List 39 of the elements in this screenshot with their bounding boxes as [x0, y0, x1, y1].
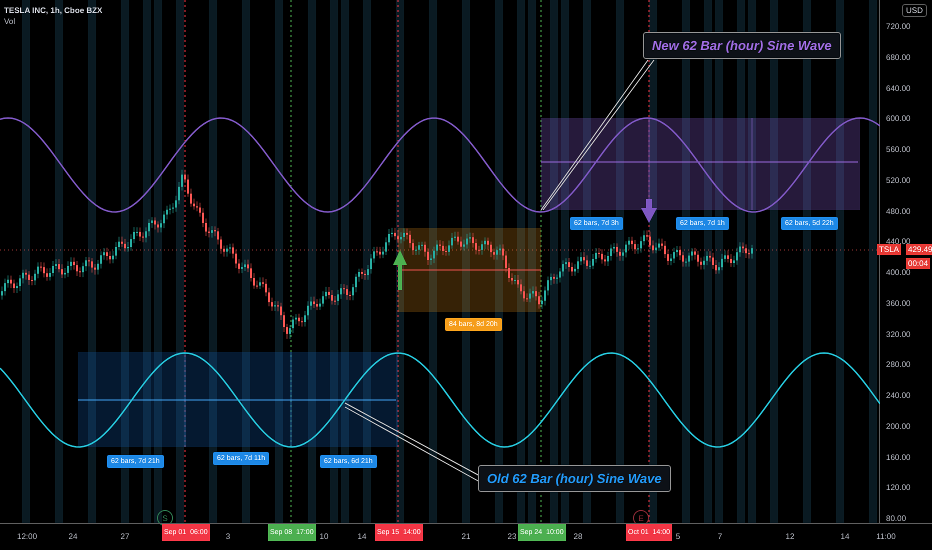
price-axis-label: 280.00: [886, 360, 910, 370]
price-axis-label: 120.00: [886, 483, 910, 492]
countdown-tag: 00:04: [906, 258, 930, 269]
price-axis-label: 360.00: [886, 298, 910, 308]
time-axis-label: 7: [716, 532, 724, 541]
price-axis-label: 520.00: [886, 176, 910, 185]
currency-button[interactable]: USD: [902, 4, 927, 17]
price-axis-label: 480.00: [886, 206, 910, 216]
time-axis-label: 3: [224, 532, 232, 541]
time-axis-label: 5: [674, 532, 682, 541]
time-axis-label: 27: [120, 532, 130, 541]
price-tag: 429.49: [906, 244, 932, 255]
price-axis-label: 720.00: [886, 22, 910, 31]
time-axis-label: 14: [356, 532, 368, 541]
callout-label: New 62 Bar (hour) Sine Wave: [643, 32, 841, 59]
price-axis-label: 240.00: [886, 391, 910, 400]
time-axis-label: 24: [68, 532, 78, 541]
time-axis-label: 12: [784, 532, 796, 541]
callout-label: Old 62 Bar (hour) Sine Wave: [478, 465, 671, 492]
price-axis-label: 440.00: [886, 237, 910, 246]
time-axis-label: 28: [572, 532, 584, 541]
time-axis-label: 11:00: [876, 532, 896, 541]
time-axis-label: 10: [318, 532, 330, 541]
indicator-label: Vol: [4, 17, 16, 26]
time-axis-label: 12:00: [17, 532, 37, 541]
price-axis-label: 680.00: [886, 52, 910, 62]
price-axis-label: 400.00: [886, 268, 910, 277]
price-axis-label: 320.00: [886, 330, 910, 338]
price-axis-label: 80.00: [886, 514, 906, 523]
price-axis-label: 600.00: [886, 114, 910, 124]
chart-title: TESLA INC, 1h, Cboe BZX: [4, 6, 102, 15]
time-axis-label: 21: [460, 532, 472, 541]
price-axis-label: 640.00: [886, 84, 910, 92]
symbol-tag: TSLA: [877, 244, 902, 255]
price-axis-label: 560.00: [886, 145, 910, 154]
time-axis-label: 23: [506, 532, 518, 541]
price-axis-label: 200.00: [886, 422, 910, 431]
time-axis-label: 14: [840, 532, 850, 541]
price-axis-label: 160.00: [886, 452, 910, 462]
